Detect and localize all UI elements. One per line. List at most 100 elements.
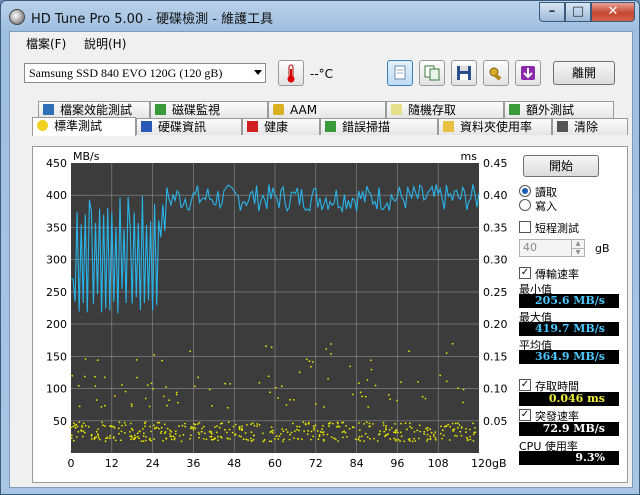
access-time-point <box>441 437 443 440</box>
read-radio[interactable] <box>519 185 531 197</box>
copy-text-button[interactable] <box>387 60 413 86</box>
tab-benchmark[interactable]: 標準測試 <box>32 117 136 136</box>
access-time-point <box>310 438 312 441</box>
save-button[interactable] <box>451 60 477 86</box>
tab-disk-monitor[interactable]: 磁碟監視 <box>150 101 268 118</box>
tab-label: 檔案效能測試 <box>60 103 133 117</box>
access-time-point <box>394 439 397 442</box>
access-time-point <box>330 436 333 438</box>
close-button[interactable]: ✕ <box>591 2 635 22</box>
tab-folder-usage[interactable]: 資料夾使用率 <box>438 118 552 135</box>
access-time-point <box>296 425 298 428</box>
access-time-point <box>84 358 87 360</box>
plus-icon <box>247 121 258 132</box>
menu-file[interactable]: 檔案(F) <box>26 35 66 52</box>
burst-rate-checkbox[interactable]: ✓ <box>519 409 531 421</box>
access-time-point <box>407 438 410 441</box>
access-time-point <box>365 421 368 424</box>
access-time-point <box>294 430 296 432</box>
access-time-point <box>282 438 285 441</box>
access-time-point <box>396 399 398 402</box>
tab-aam[interactable]: AAM <box>268 101 386 118</box>
access-time-point <box>180 440 183 443</box>
access-time-point <box>142 435 145 437</box>
tab-info[interactable]: 硬碟資訊 <box>136 118 242 135</box>
access-time-point <box>229 383 232 385</box>
y-left-tick-label: 350 <box>46 221 67 234</box>
transfer-rate-checkbox[interactable]: ✓ <box>519 267 531 279</box>
access-time-point <box>449 425 452 428</box>
access-time-point <box>77 430 80 433</box>
access-time-point <box>140 440 143 442</box>
access-time-point <box>166 427 169 430</box>
write-radio[interactable] <box>519 199 531 211</box>
access-time-point <box>426 440 428 442</box>
speaker-icon <box>273 104 284 115</box>
drive-select[interactable]: Samsung SSD 840 EVO 120G (120 gB) <box>24 63 266 83</box>
access-time-point <box>313 429 315 431</box>
tab-erase[interactable]: 清除 <box>552 118 628 135</box>
access-time-point <box>219 422 222 425</box>
access-time-point <box>408 350 410 353</box>
access-time-point <box>426 426 429 429</box>
short-test-checkbox[interactable] <box>519 221 531 233</box>
access-time-point <box>130 422 132 425</box>
access-time-point <box>460 434 463 437</box>
tab-extra-tests[interactable]: 額外測試 <box>504 101 614 118</box>
start-button[interactable]: 開始 <box>523 155 599 177</box>
access-time-point <box>393 437 395 440</box>
access-time-point <box>83 431 86 434</box>
access-time-point <box>336 421 339 424</box>
file-icon <box>43 104 54 115</box>
access-time-point <box>271 432 274 434</box>
y-left-tick-label: 200 <box>46 318 67 331</box>
access-time-point <box>148 438 151 441</box>
access-time-point <box>198 421 201 424</box>
access-time-point <box>270 426 273 428</box>
access-time-point <box>124 390 127 393</box>
exit-button[interactable]: 離開 <box>553 61 615 85</box>
access-time-point <box>452 430 455 432</box>
tab-error-scan[interactable]: 錯誤掃描 <box>320 118 438 135</box>
access-time-point <box>165 386 167 388</box>
y-left-tick-label: 250 <box>46 286 67 299</box>
options-button[interactable] <box>483 60 509 86</box>
copy-screenshot-button[interactable] <box>419 60 445 86</box>
spin-up-icon[interactable]: ▲ <box>571 240 584 248</box>
access-time-point <box>443 425 446 428</box>
access-time-point <box>341 421 343 424</box>
access-time-point <box>289 398 291 401</box>
spin-down-icon[interactable]: ▼ <box>571 248 584 256</box>
access-time-point <box>160 430 163 433</box>
access-time-point <box>322 424 324 427</box>
tab-health[interactable]: 健康 <box>242 118 320 135</box>
access-time-point <box>308 360 311 363</box>
access-time-point <box>414 440 417 442</box>
access-time-point <box>209 435 212 438</box>
client-area: 檔案(F) 說明(H) Samsung SSD 840 EVO 120G (12… <box>9 31 633 488</box>
access-time-point <box>196 423 199 425</box>
access-time-point <box>201 430 203 433</box>
access-time-point <box>175 391 178 394</box>
menu-help[interactable]: 說明(H) <box>84 35 126 52</box>
minimize-button[interactable]: – <box>539 2 565 22</box>
access-time-point <box>292 399 295 401</box>
maximize-button[interactable]: □ <box>565 2 591 22</box>
access-time-point <box>258 381 261 384</box>
access-time-point <box>253 434 255 437</box>
access-time-checkbox[interactable]: ✓ <box>519 379 531 391</box>
access-time-point <box>153 438 155 440</box>
access-time-point <box>382 421 385 424</box>
access-time-point <box>363 423 365 425</box>
access-time-point <box>388 429 391 431</box>
access-time-point <box>182 433 185 436</box>
download-button[interactable] <box>515 60 541 86</box>
tab-file-benchmark[interactable]: 檔案效能測試 <box>38 101 150 118</box>
access-time-point <box>385 434 387 437</box>
tab-random-access[interactable]: 隨機存取 <box>386 101 504 118</box>
thermometer-button[interactable] <box>278 60 304 86</box>
test-size-input[interactable]: 40 ▲ ▼ <box>519 239 585 257</box>
access-time-point <box>232 425 235 428</box>
access-time-point <box>316 430 319 432</box>
access-time-point <box>383 430 386 433</box>
